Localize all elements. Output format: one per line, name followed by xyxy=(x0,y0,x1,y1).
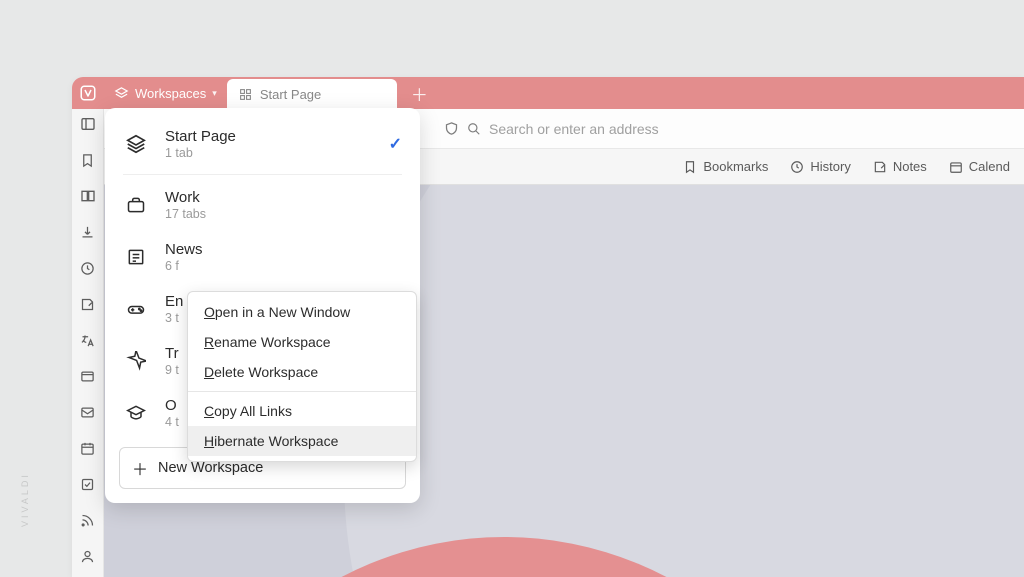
speeddial-icon xyxy=(239,88,252,101)
active-tab[interactable]: Start Page xyxy=(227,79,397,109)
new-tab-button[interactable]: ＋ xyxy=(397,81,442,106)
new-workspace-label: New Workspace xyxy=(158,460,263,476)
background-shape xyxy=(344,185,1024,577)
workspaces-button[interactable]: Workspaces ▾ xyxy=(104,77,227,109)
panel-toggle-icon[interactable] xyxy=(79,115,97,133)
search-icon[interactable] xyxy=(467,122,481,136)
ctx-delete-workspace[interactable]: Delete Workspace xyxy=(188,357,416,387)
tasks-panel-icon[interactable] xyxy=(79,475,97,493)
address-placeholder: Search or enter an address xyxy=(489,121,659,137)
bookmarks-panel-icon[interactable] xyxy=(79,151,97,169)
workspace-item-news[interactable]: News6 f xyxy=(105,231,420,283)
workspace-item-startpage[interactable]: Start Page1 tab ✓ xyxy=(105,118,420,170)
tab-label: Start Page xyxy=(260,87,321,102)
layers-icon xyxy=(114,86,129,101)
workspace-item-work[interactable]: Work17 tabs xyxy=(105,179,420,231)
briefcase-icon xyxy=(123,192,149,218)
feeds-panel-icon[interactable] xyxy=(79,511,97,529)
mail-panel-icon[interactable] xyxy=(79,403,97,421)
bookmark-bar-calendar[interactable]: Calend xyxy=(949,159,1010,174)
side-panel-strip xyxy=(72,109,104,577)
history-panel-icon[interactable] xyxy=(79,259,97,277)
workspace-subtitle: 17 tabs xyxy=(165,207,402,221)
downloads-panel-icon[interactable] xyxy=(79,223,97,241)
workspace-subtitle: 6 f xyxy=(165,259,402,273)
workspace-title: Start Page xyxy=(165,128,373,145)
chevron-down-icon: ▾ xyxy=(212,88,217,99)
workspace-title: News xyxy=(165,241,402,258)
bookmark-bar-label: Bookmarks xyxy=(703,159,768,174)
stack-icon xyxy=(123,131,149,157)
bookmark-bar-label: History xyxy=(810,159,850,174)
check-icon: ✓ xyxy=(389,134,402,154)
shield-icon[interactable] xyxy=(444,121,459,136)
ctx-rename-workspace[interactable]: Rename Workspace xyxy=(188,327,416,357)
bookmark-bar-label: Notes xyxy=(893,159,927,174)
workspace-subtitle: 1 tab xyxy=(165,146,373,160)
bookmark-bar-label: Calend xyxy=(969,159,1010,174)
calendar-panel-icon[interactable] xyxy=(79,439,97,457)
reading-list-icon[interactable] xyxy=(79,187,97,205)
bookmark-bar-bookmarks[interactable]: Bookmarks xyxy=(683,159,768,174)
window-panel-icon[interactable] xyxy=(79,367,97,385)
news-icon xyxy=(123,244,149,270)
plane-icon xyxy=(123,348,149,374)
tab-bar: Workspaces ▾ Start Page ＋ xyxy=(72,77,1024,109)
workspace-context-menu: Open in a New Window Rename Workspace De… xyxy=(187,291,417,462)
translate-panel-icon[interactable] xyxy=(79,331,97,349)
education-icon xyxy=(123,400,149,426)
contacts-panel-icon[interactable] xyxy=(79,547,97,565)
notes-panel-icon[interactable] xyxy=(79,295,97,313)
divider xyxy=(123,174,402,175)
ctx-hibernate-workspace[interactable]: Hibernate Workspace xyxy=(188,426,416,456)
ctx-open-new-window[interactable]: Open in a New Window xyxy=(188,297,416,327)
vivaldi-logo-icon[interactable] xyxy=(72,77,104,109)
address-bar[interactable]: Search or enter an address xyxy=(444,121,1016,137)
workspace-title: Work xyxy=(165,189,402,206)
workspaces-label: Workspaces xyxy=(135,86,206,101)
bookmark-bar-history[interactable]: History xyxy=(790,159,850,174)
divider xyxy=(188,391,416,392)
gamepad-icon xyxy=(123,296,149,322)
plus-icon: ＋ xyxy=(132,456,148,480)
ctx-copy-all-links[interactable]: Copy All Links xyxy=(188,396,416,426)
watermark-text: VIVALDI xyxy=(20,472,30,527)
bookmark-bar-notes[interactable]: Notes xyxy=(873,159,927,174)
